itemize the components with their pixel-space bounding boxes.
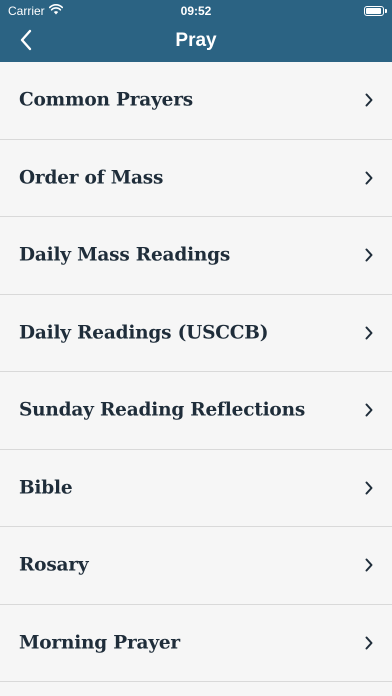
chevron-right-icon (364, 481, 374, 495)
nav-bar: Pray (0, 22, 392, 62)
status-time: 09:52 (180, 4, 212, 18)
menu-item-label: Sunday Reading Reflections (19, 399, 306, 421)
chevron-right-icon (364, 171, 374, 185)
page-title: Pray (175, 30, 217, 51)
chevron-right-icon (364, 93, 374, 107)
chevron-right-icon (364, 326, 374, 340)
chevron-right-icon (364, 248, 374, 262)
header: Carrier 09:52 Pray (0, 0, 392, 62)
menu-item-order-of-mass[interactable]: Order of Mass (0, 139, 392, 217)
menu-item-label: Daily Readings (USCCB) (19, 322, 269, 344)
chevron-right-icon (364, 403, 374, 417)
menu-item-rosary[interactable]: Rosary (0, 527, 392, 605)
menu-item-label: Daily Mass Readings (19, 244, 231, 266)
menu-item-morning-prayer[interactable]: Morning Prayer (0, 604, 392, 682)
menu-item-label: Bible (19, 477, 73, 499)
menu-item-label: Rosary (19, 554, 89, 576)
menu-list: Common Prayers Order of Mass Daily Mass … (0, 62, 392, 682)
menu-item-label: Order of Mass (19, 167, 164, 189)
menu-item-label: Morning Prayer (19, 632, 180, 654)
menu-item-daily-mass-readings[interactable]: Daily Mass Readings (0, 217, 392, 295)
menu-item-sunday-reading-reflections[interactable]: Sunday Reading Reflections (0, 372, 392, 450)
menu-item-label: Common Prayers (19, 89, 193, 111)
status-bar: Carrier 09:52 (0, 0, 392, 22)
menu-item-common-prayers[interactable]: Common Prayers (0, 62, 392, 140)
chevron-right-icon (364, 558, 374, 572)
chevron-right-icon (364, 636, 374, 650)
menu-item-daily-readings-usccb[interactable]: Daily Readings (USCCB) (0, 294, 392, 372)
menu-item-bible[interactable]: Bible (0, 449, 392, 527)
battery-icon (364, 6, 387, 16)
